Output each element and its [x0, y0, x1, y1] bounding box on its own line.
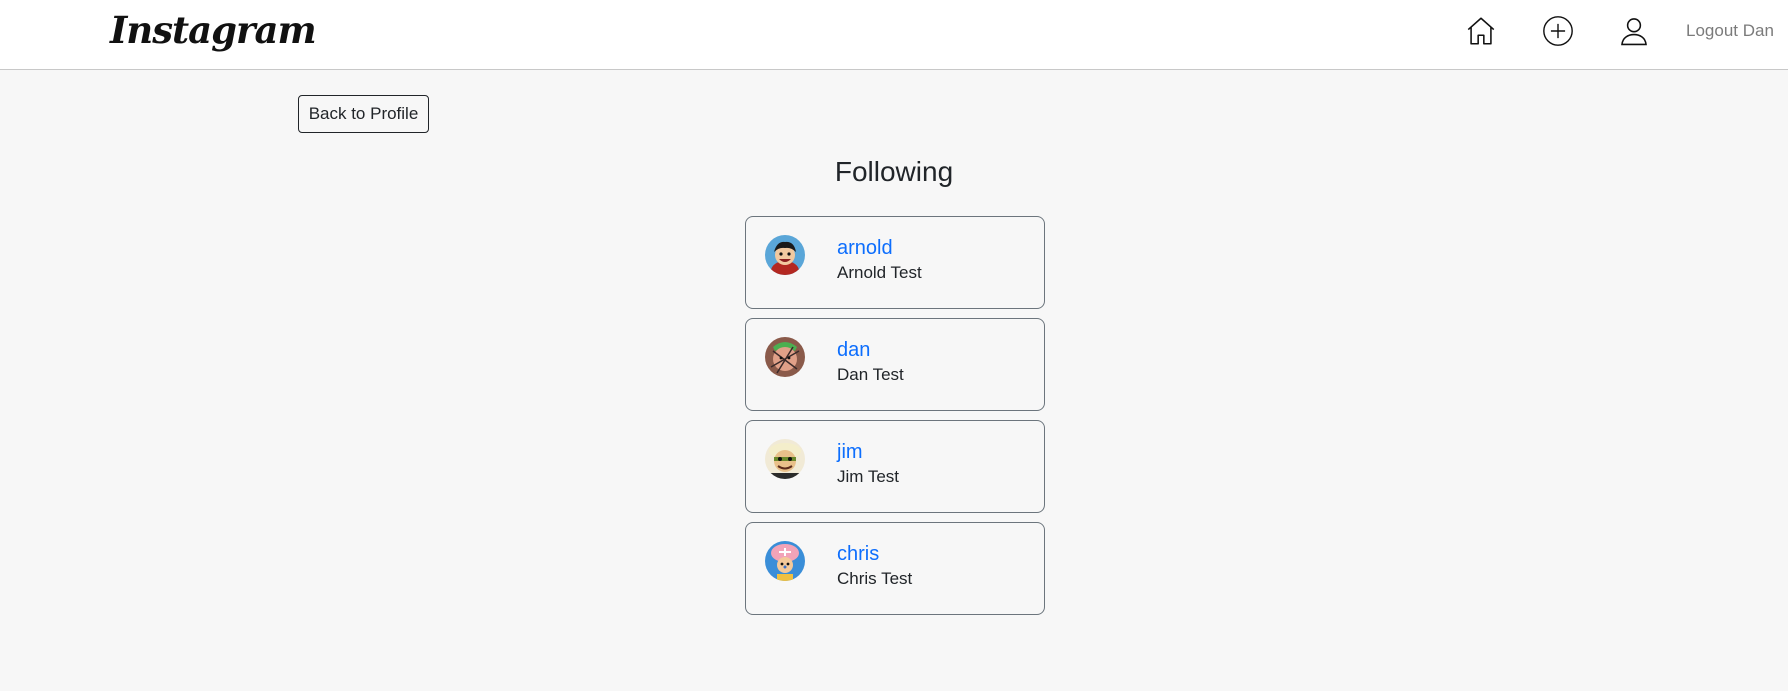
username-link[interactable]: dan — [837, 339, 870, 362]
avatar[interactable] — [765, 337, 805, 377]
full-name: Dan Test — [837, 365, 904, 384]
full-name: Jim Test — [837, 467, 900, 486]
following-list: arnold Arnold Test dan Dan Test jim Jim … — [745, 216, 1045, 624]
avatar[interactable] — [765, 541, 805, 581]
plus-circle-icon[interactable] — [1541, 14, 1575, 48]
navbar: Instagram Logout Dan — [0, 0, 1788, 70]
home-icon[interactable] — [1464, 14, 1498, 48]
following-card-arnold: arnold Arnold Test — [745, 216, 1045, 309]
following-card-jim: jim Jim Test — [745, 420, 1045, 513]
following-card-chris: chris Chris Test — [745, 522, 1045, 615]
full-name: Chris Test — [837, 569, 913, 588]
full-name: Arnold Test — [837, 263, 922, 282]
person-icon[interactable] — [1617, 14, 1651, 48]
following-card-dan: dan Dan Test — [745, 318, 1045, 411]
avatar[interactable] — [765, 439, 805, 479]
back-to-profile-button[interactable]: Back to Profile — [298, 95, 429, 133]
instagram-logo[interactable]: Instagram — [110, 8, 317, 52]
avatar[interactable] — [765, 235, 805, 275]
logout-link[interactable]: Logout Dan — [1686, 21, 1774, 41]
username-link[interactable]: arnold — [837, 237, 893, 260]
page-title: Following — [834, 156, 954, 187]
username-link[interactable]: jim — [837, 441, 863, 464]
username-link[interactable]: chris — [837, 543, 879, 566]
